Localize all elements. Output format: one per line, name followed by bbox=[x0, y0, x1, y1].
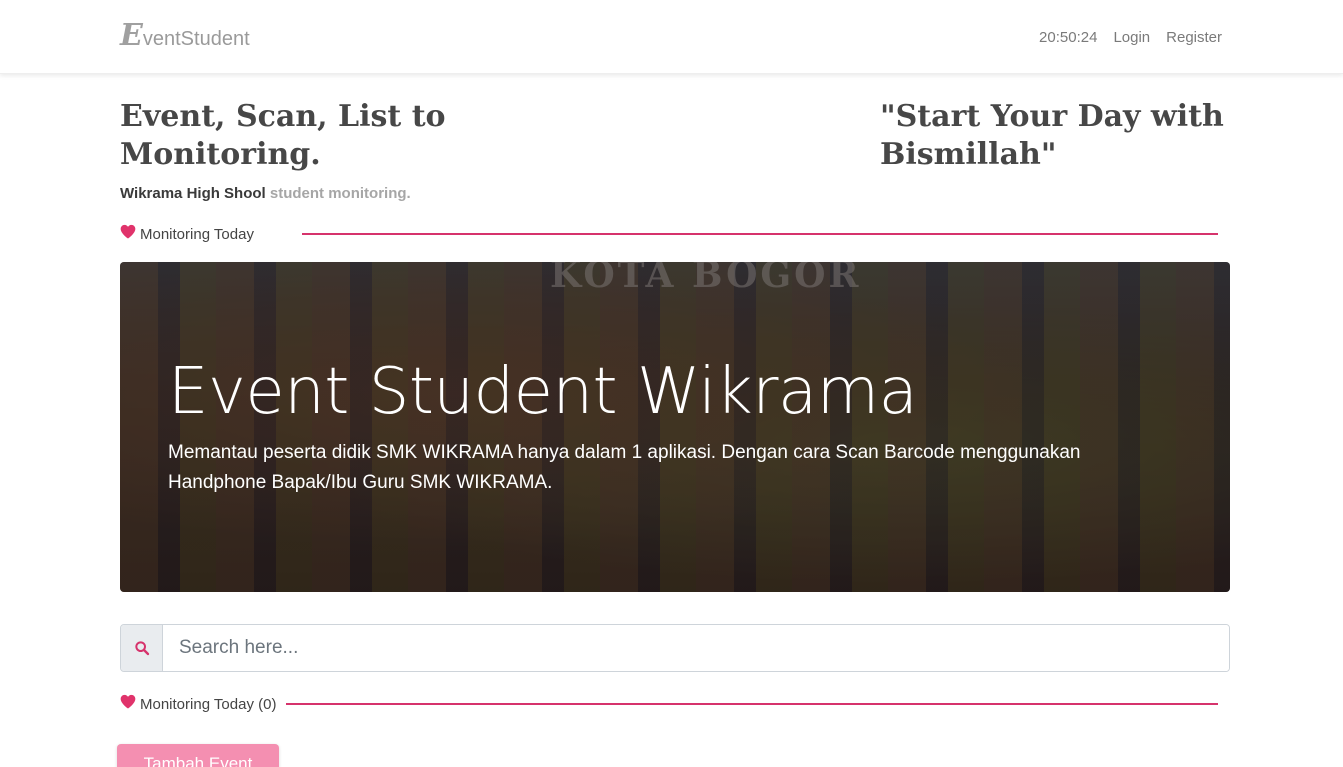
heart-icon bbox=[120, 224, 136, 244]
clock: 20:50:24 bbox=[1039, 29, 1098, 46]
tagline-title: Event, Scan, List to Monitoring. bbox=[120, 99, 446, 172]
section-rule bbox=[286, 703, 1219, 705]
add-event-button[interactable]: Tambah Event bbox=[117, 744, 279, 767]
section-divider-monitoring: Monitoring Today bbox=[120, 224, 1218, 244]
search-bar bbox=[120, 624, 1230, 672]
school-name: Wikrama High Shool bbox=[120, 185, 266, 202]
login-link[interactable]: Login bbox=[1113, 28, 1150, 48]
section-divider-monitoring-count: Monitoring Today (0) bbox=[120, 694, 1219, 714]
section-label: Monitoring Today bbox=[140, 225, 254, 243]
section-label-count: Monitoring Today (0) bbox=[140, 695, 277, 713]
hero-description: Memantau peserta didik SMK WIKRAMA hanya… bbox=[168, 442, 1081, 493]
brand-logo[interactable]: EventStudent bbox=[120, 21, 250, 53]
register-link[interactable]: Register bbox=[1166, 28, 1222, 48]
hero-banner: KOTA BOGOR Event Student Wikrama Memanta… bbox=[120, 262, 1230, 592]
top-navbar: EventStudent 20:50:24 Login Register bbox=[0, 0, 1343, 74]
quote-title: "Start Your Day with Bismillah" bbox=[880, 99, 1224, 172]
heart-icon bbox=[120, 694, 136, 714]
brand-initial: E bbox=[120, 18, 143, 53]
section-rule bbox=[301, 233, 1218, 235]
search-icon[interactable] bbox=[121, 625, 163, 671]
school-subtitle: Wikrama High Shool student monitoring. bbox=[120, 185, 411, 202]
brand-text: ventStudent bbox=[142, 28, 250, 50]
hero-title: Event Student Wikrama bbox=[168, 355, 918, 429]
search-input[interactable] bbox=[163, 625, 1229, 671]
subtitle-muted: student monitoring. bbox=[269, 185, 411, 202]
nav-right: 20:50:24 Login Register bbox=[1039, 28, 1222, 48]
